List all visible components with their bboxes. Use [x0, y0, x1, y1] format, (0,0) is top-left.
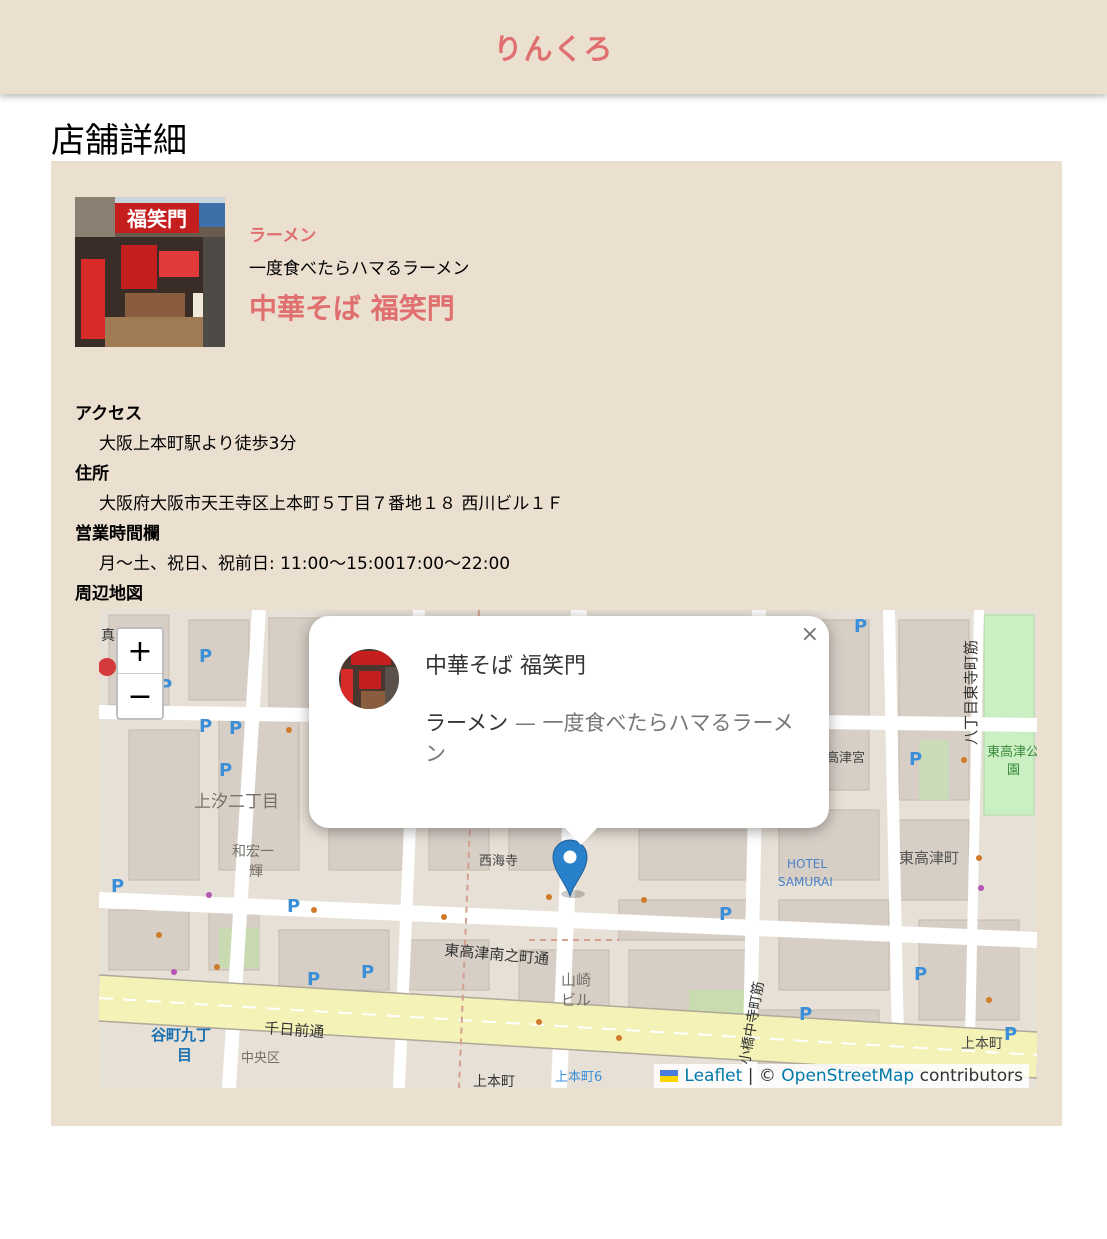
svg-text:P: P — [854, 616, 867, 637]
shop-info: ラーメン 一度食べたらハマるラーメン 中華そば 福笑門 — [249, 221, 469, 327]
leaflet-link[interactable]: Leaflet — [684, 1066, 742, 1086]
popup-description: ラーメン — 一度食べたらハマるラーメン — [425, 708, 795, 770]
map-label-7: ビル — [561, 991, 591, 1009]
shop-name: 中華そば 福笑門 — [249, 292, 455, 325]
svg-text:P: P — [909, 749, 922, 770]
map-label-12: 上本町 — [473, 1074, 515, 1088]
shop-detail-card: 福笑門 ラーメン 一度食べたらハマるラーメン 中華そば 福笑門 アクセス 大阪上… — [51, 161, 1062, 1126]
address-label: 住所 — [75, 464, 109, 484]
page-title: 店舗詳細 — [51, 121, 187, 161]
popup-separator: — — [508, 711, 543, 735]
zoom-control: + − — [116, 627, 164, 720]
svg-text:P: P — [199, 716, 212, 737]
shop-details: アクセス 大阪上本町駅より徒歩3分 住所 大阪府大阪市天王寺区上本町５丁目７番地… — [75, 401, 563, 611]
hours-label: 営業時間欄 — [75, 524, 160, 544]
map-label-4: 西海寺 — [479, 854, 518, 869]
map-label-2: 和宏一 — [232, 844, 274, 860]
popup-shop-thumbnail — [339, 649, 399, 709]
svg-text:P: P — [719, 904, 732, 925]
map-attribution: Leaflet | © OpenStreetMap contributors — [654, 1064, 1029, 1088]
attribution-separator: | © — [742, 1066, 782, 1086]
shop-genre: ラーメン — [249, 226, 317, 246]
map-label-6: 山崎 — [561, 971, 591, 989]
zoom-in-button[interactable]: + — [118, 629, 162, 674]
svg-text:P: P — [229, 718, 242, 739]
svg-text:P: P — [111, 876, 124, 897]
access-label: アクセス — [75, 404, 143, 424]
svg-text:P: P — [1004, 1024, 1017, 1045]
svg-text:P: P — [287, 896, 300, 917]
hours-value: 月～土、祝日、祝前日: 11:00～15:0017:00～22:00 — [99, 554, 511, 574]
map-label-23: 真 — [101, 628, 115, 644]
map-label-16: 東高津町 — [899, 849, 959, 867]
access-value: 大阪上本町駅より徒歩3分 — [99, 434, 297, 454]
popup-tip — [564, 827, 598, 845]
map-label-21: 上本町 — [961, 1036, 1003, 1052]
svg-text:P: P — [307, 969, 320, 990]
map-popup: × 中華そば 福笑門 ラーメン — 一度食べたらハマるラーメン — [309, 616, 829, 845]
map-label-1: 上汐二丁目 — [194, 792, 279, 812]
map-label-18: 東高津公 — [987, 744, 1037, 760]
map-label-17: 八丁目東寺町筋 — [962, 640, 980, 745]
map-label-9: 谷町九丁 — [151, 1026, 211, 1044]
app-header: りんくろ — [0, 0, 1107, 94]
map-label-15: SAMURAI — [778, 875, 833, 889]
openstreetmap-link[interactable]: OpenStreetMap — [781, 1066, 914, 1086]
map-label-14: HOTEL — [787, 857, 827, 871]
svg-text:P: P — [914, 964, 927, 985]
zoom-out-button[interactable]: − — [118, 674, 162, 718]
svg-text:P: P — [199, 646, 212, 667]
map-label-10: 目 — [177, 1046, 192, 1064]
location-marker-icon[interactable] — [551, 838, 589, 902]
brand-logo-text[interactable]: りんくろ — [493, 26, 613, 68]
map-view[interactable]: P PP P P P P PP P P P P P P 上汐二丁目 和宏一 輝 … — [99, 610, 1037, 1088]
ukraine-flag-icon — [660, 1070, 679, 1082]
svg-text:P: P — [219, 760, 232, 781]
svg-text:P: P — [799, 1004, 812, 1025]
map-label: 周辺地図 — [75, 584, 143, 604]
svg-text:P: P — [361, 962, 374, 983]
map-label-19: 園 — [1007, 763, 1020, 778]
address-value: 大阪府大阪市天王寺区上本町５丁目７番地１８ 西川ビル１Ｆ — [99, 494, 564, 514]
shop-sign-text: 福笑門 — [126, 207, 187, 231]
map-label-11: 中央区 — [241, 1051, 280, 1066]
map-label-3: 輝 — [249, 864, 263, 880]
popup-close-icon[interactable]: × — [801, 622, 819, 647]
map-label-13: 上本町6 — [555, 1070, 602, 1085]
attribution-contributors: contributors — [914, 1066, 1023, 1086]
shop-catchphrase: 一度食べたらハマるラーメン — [249, 259, 470, 279]
shop-photo: 福笑門 — [75, 197, 225, 347]
popup-genre: ラーメン — [425, 711, 509, 735]
popup-title: 中華そば 福笑門 — [425, 654, 586, 679]
map-label-20: 高津宮 — [826, 750, 865, 766]
